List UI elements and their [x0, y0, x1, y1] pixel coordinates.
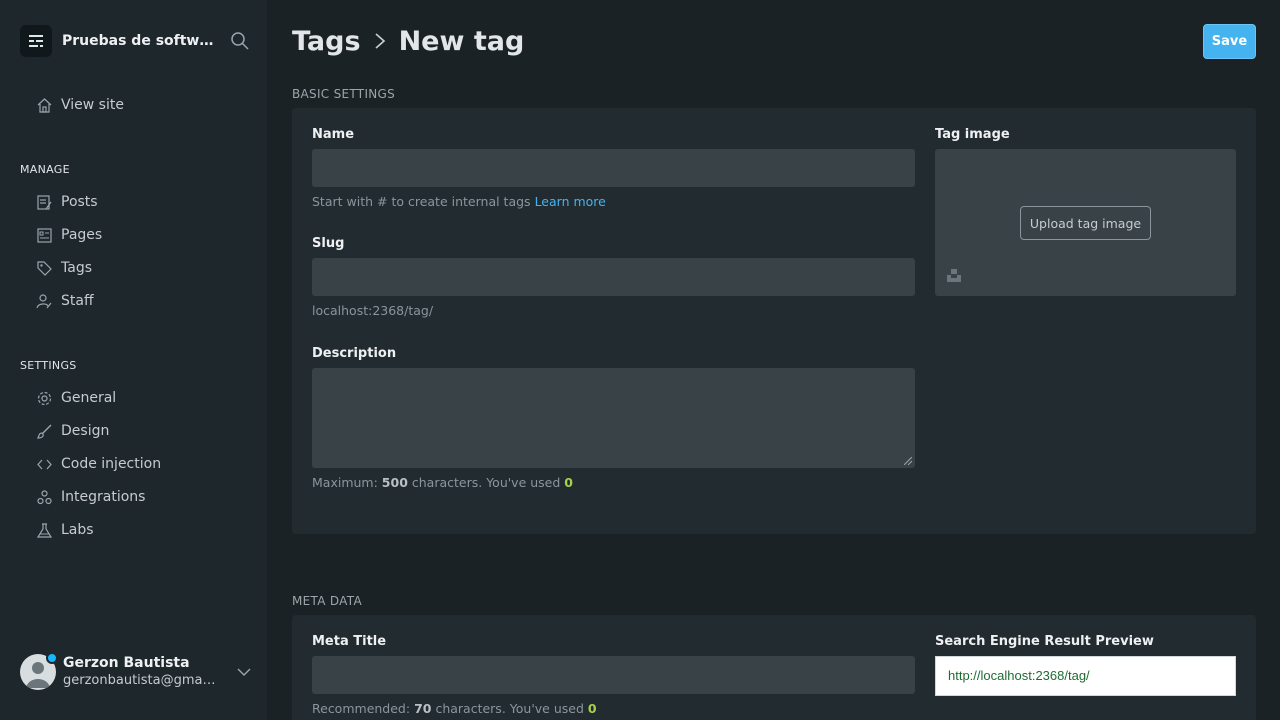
nav-design[interactable]: Design: [36, 419, 236, 443]
main-content: Tags New tag Save BASIC SETTINGS Name St…: [268, 0, 1280, 720]
nav-integrations-label: Integrations: [61, 489, 146, 505]
user-email: gerzonbautista@gmail.com: [63, 673, 219, 688]
tag-image-label: Tag image: [935, 127, 1010, 142]
unsplash-icon[interactable]: [946, 267, 962, 283]
desc-hint-prefix: Maximum:: [312, 475, 378, 490]
chevron-down-icon[interactable]: [236, 664, 252, 680]
meta-recommended: 70: [414, 701, 432, 716]
nav-labs[interactable]: Labs: [36, 518, 236, 542]
meta-hint-mid: characters. You've used: [435, 701, 584, 716]
serp-label: Search Engine Result Preview: [935, 634, 1154, 649]
manage-heading: MANAGE: [20, 163, 70, 176]
staff-icon: [36, 293, 52, 308]
save-button[interactable]: Save: [1203, 24, 1256, 59]
serp-url: http://localhost:2368/tag/: [948, 668, 1090, 683]
meta-hint-prefix: Recommended:: [312, 701, 411, 716]
nav-posts-label: Posts: [61, 194, 98, 210]
upload-tag-image-button[interactable]: Upload tag image: [1020, 206, 1151, 240]
nav-design-label: Design: [61, 423, 110, 439]
flask-icon: [36, 522, 53, 538]
nav-code-injection[interactable]: Code injection: [36, 452, 236, 476]
settings-heading: SETTINGS: [20, 359, 77, 372]
user-menu[interactable]: Gerzon Bautista gerzonbautista@gmail.com: [20, 652, 252, 692]
meta-used-count: 0: [587, 701, 597, 716]
code-icon: [37, 459, 52, 469]
nav-staff[interactable]: Staff: [36, 289, 236, 313]
basic-settings-card: Name Start with # to create internal tag…: [292, 108, 1256, 534]
nav-general[interactable]: General: [36, 386, 236, 410]
desc-hint-mid: characters. You've used: [411, 475, 561, 490]
site-title[interactable]: Pruebas de software: [62, 33, 220, 49]
desc-max: 500: [381, 475, 408, 490]
integrations-icon: [37, 489, 52, 504]
page-title: New tag: [398, 25, 525, 57]
slug-url-preview: localhost:2368/tag/: [312, 303, 434, 318]
meta-data-heading: META DATA: [292, 594, 362, 608]
serp-preview: http://localhost:2368/tag/: [935, 656, 1236, 696]
nav-view-site-label: View site: [61, 97, 124, 113]
breadcrumb-tags-link[interactable]: Tags: [292, 26, 361, 57]
description-label: Description: [312, 346, 397, 361]
nav-labs-label: Labs: [61, 522, 94, 538]
basic-settings-heading: BASIC SETTINGS: [292, 87, 396, 101]
name-input[interactable]: [312, 149, 915, 187]
nav-staff-label: Staff: [61, 293, 94, 309]
description-textarea[interactable]: [312, 368, 915, 468]
notification-dot-icon: [46, 652, 58, 664]
nav-general-label: General: [61, 390, 117, 406]
gear-icon: [37, 391, 52, 405]
pages-icon: [37, 227, 52, 243]
nav-posts[interactable]: Posts: [36, 190, 236, 214]
name-hint: Start with # to create internal tags Lea…: [312, 194, 606, 209]
tag-image-dropzone[interactable]: Upload tag image: [935, 149, 1236, 296]
home-icon: [37, 97, 52, 113]
name-hint-text: Start with # to create internal tags: [312, 194, 531, 209]
sidebar: Pruebas de software View site MANAGE Pos…: [0, 0, 268, 720]
site-logo-icon[interactable]: [20, 25, 52, 57]
nav-code-injection-label: Code injection: [61, 456, 162, 472]
breadcrumb: Tags New tag: [292, 24, 524, 58]
meta-title-counter: Recommended: 70 characters. You've used …: [312, 701, 597, 716]
meta-data-card: Meta Title Recommended: 70 characters. Y…: [292, 615, 1256, 720]
chevron-right-icon: [375, 33, 385, 49]
brush-icon: [37, 424, 52, 439]
nav-pages-label: Pages: [61, 227, 103, 243]
tag-icon: [37, 260, 52, 276]
nav-view-site[interactable]: View site: [36, 93, 236, 117]
slug-input[interactable]: [312, 258, 915, 296]
slug-label: Slug: [312, 236, 345, 251]
nav-tags-label: Tags: [61, 260, 92, 276]
posts-icon: [37, 194, 52, 210]
resize-handle-icon[interactable]: [904, 457, 912, 465]
user-name: Gerzon Bautista: [63, 655, 190, 671]
meta-title-input[interactable]: [312, 656, 915, 694]
search-icon[interactable]: [230, 31, 250, 51]
name-label: Name: [312, 127, 355, 142]
desc-used-count: 0: [564, 475, 573, 490]
brand: Pruebas de software: [20, 25, 250, 57]
description-counter: Maximum: 500 characters. You've used 0: [312, 475, 573, 490]
meta-title-label: Meta Title: [312, 634, 387, 649]
nav-pages[interactable]: Pages: [36, 223, 236, 247]
nav-tags[interactable]: Tags: [36, 256, 236, 280]
learn-more-link[interactable]: Learn more: [535, 194, 606, 209]
nav-integrations[interactable]: Integrations: [36, 485, 236, 509]
